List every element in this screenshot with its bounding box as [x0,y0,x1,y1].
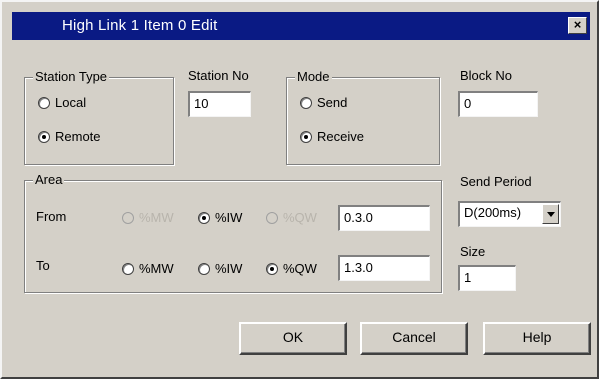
radio-circle-icon [122,211,134,224]
radio-checked-icon [198,211,210,224]
from-label: From [36,209,67,224]
title-bar[interactable]: High Link 1 Item 0 Edit × [12,12,590,40]
from-iw-label: %IW [215,210,243,225]
mode-send-label: Send [317,95,348,110]
radio-circle-icon [300,96,312,109]
from-mw-label: %MW [139,210,174,225]
chevron-down-icon[interactable] [542,204,559,224]
to-iw-label: %IW [215,261,243,276]
from-qw-label: %QW [283,210,317,225]
radio-circle-icon [122,262,134,275]
radio-checked-icon [300,130,312,143]
size-input[interactable]: 1 [458,265,516,291]
window-title: High Link 1 Item 0 Edit [62,17,218,34]
station-type-group: Station Type [24,69,174,165]
cancel-button[interactable]: Cancel [360,322,468,355]
station-remote-label: Remote [55,129,101,144]
close-button[interactable]: × [568,17,587,34]
mode-receive-radio[interactable]: Receive [300,129,364,144]
from-qw-radio[interactable]: %QW [266,210,317,225]
radio-checked-icon [38,130,50,143]
area-title: Area [33,172,65,187]
from-mw-radio[interactable]: %MW [122,210,174,225]
to-qw-radio[interactable]: %QW [266,261,317,276]
to-iw-radio[interactable]: %IW [198,261,242,276]
block-no-input[interactable]: 0 [458,91,538,117]
close-icon: × [573,17,582,32]
station-no-input[interactable]: 10 [188,91,251,117]
to-label: To [36,258,50,273]
station-local-label: Local [55,95,87,110]
send-period-value: D(200ms) [464,205,522,220]
mode-title: Mode [295,69,332,84]
station-local-radio[interactable]: Local [38,95,86,110]
station-type-title: Station Type [33,69,110,84]
send-period-label: Send Period [460,174,532,189]
mode-receive-label: Receive [317,129,364,144]
high-link-edit-dialog: High Link 1 Item 0 Edit × Station Type L… [0,0,599,379]
station-remote-radio[interactable]: Remote [38,129,101,144]
size-label: Size [460,244,486,259]
block-no-label: Block No [460,68,513,83]
mode-send-radio[interactable]: Send [300,95,347,110]
to-qw-label: %QW [283,261,317,276]
send-period-select[interactable]: D(200ms) [458,201,561,227]
mode-group: Mode [286,69,440,165]
radio-circle-icon [266,211,278,224]
radio-circle-icon [198,262,210,275]
radio-circle-icon [38,96,50,109]
from-address-input[interactable]: 0.3.0 [338,205,430,231]
station-no-label: Station No [188,68,249,83]
radio-checked-icon [266,262,278,275]
from-iw-radio[interactable]: %IW [198,210,242,225]
to-mw-radio[interactable]: %MW [122,261,174,276]
to-address-input[interactable]: 1.3.0 [338,255,430,281]
to-mw-label: %MW [139,261,174,276]
help-button[interactable]: Help [483,322,591,355]
ok-button[interactable]: OK [239,322,347,355]
